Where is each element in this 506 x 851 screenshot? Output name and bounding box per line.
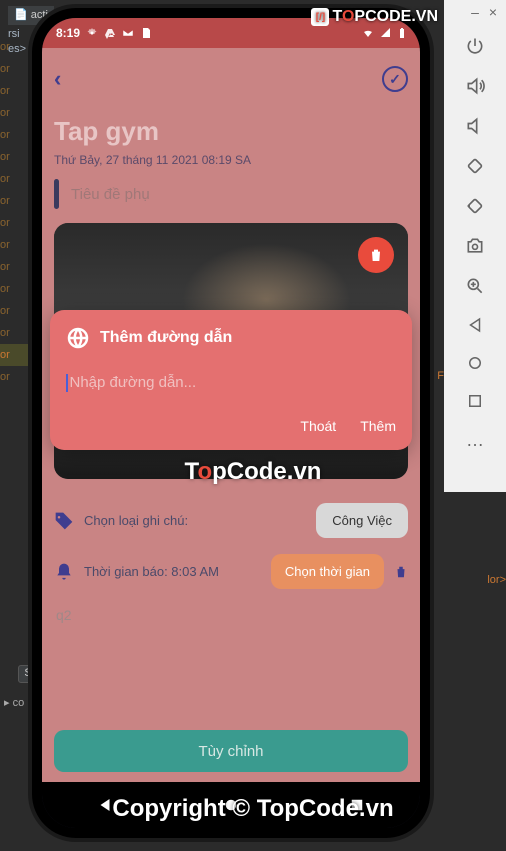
trash-icon (368, 247, 384, 263)
status-time: 8:19 (56, 26, 80, 40)
note-title[interactable]: Tap gym (54, 116, 408, 147)
tag-icon (54, 511, 74, 531)
delete-alarm-icon[interactable] (394, 563, 408, 581)
zoom-in-icon[interactable] (465, 276, 485, 296)
watermark-top: [/] TOPCODE.VN (311, 8, 438, 26)
rotate-left-icon[interactable] (465, 156, 485, 176)
dialog-cancel-button[interactable]: Thoát (300, 418, 336, 434)
dialog-add-button[interactable]: Thêm (360, 418, 396, 434)
volume-down-icon[interactable] (465, 116, 485, 136)
note-date: Thứ Bảy, 27 tháng 11 2021 08:19 SA (54, 153, 408, 167)
sd-icon (140, 27, 152, 39)
phone-screen: 8:19 ‹ ✓ Tap gym Thứ Bảy, 27 tháng 11 20… (42, 18, 420, 828)
camera-icon[interactable] (465, 236, 485, 256)
battery-icon (398, 27, 406, 39)
link-input[interactable]: Nhập đường dẫn... (66, 366, 396, 400)
gmail-icon (122, 27, 134, 39)
gear-icon (86, 27, 98, 39)
close-button[interactable]: × (486, 4, 500, 20)
watermark-bottom: Copyright © TopCode.vn (0, 795, 506, 823)
ide-text: F (437, 370, 444, 382)
emulator-sidebar: – × … (444, 0, 506, 492)
customize-button[interactable]: Tùy chỉnh (54, 730, 408, 772)
bell-icon (54, 562, 74, 582)
power-icon[interactable] (465, 36, 485, 56)
dialog-title: Thêm đường dẫn (100, 329, 232, 347)
emu-overview-icon[interactable] (466, 392, 484, 410)
back-button[interactable]: ‹ (54, 66, 61, 92)
rotate-right-icon[interactable] (465, 196, 485, 216)
subtitle-accent (54, 179, 59, 209)
ide-text: lor> (487, 574, 506, 586)
volume-up-icon[interactable] (465, 76, 485, 96)
minimize-button[interactable]: – (468, 4, 482, 20)
tag-chip[interactable]: Công Việc (316, 503, 408, 538)
content-input[interactable]: q2 (54, 603, 408, 627)
app-body: ‹ ✓ Tap gym Thứ Bảy, 27 tháng 11 2021 08… (42, 48, 420, 782)
wifi-icon (362, 27, 374, 39)
globe-icon (66, 326, 90, 350)
emu-back-icon[interactable] (466, 316, 484, 334)
alarm-label: Thời gian báo: 8:03 AM (84, 564, 261, 579)
drive-icon (104, 27, 116, 39)
more-icon[interactable]: … (466, 430, 484, 451)
emu-home-icon[interactable] (466, 354, 484, 372)
delete-image-button[interactable] (358, 237, 394, 273)
signal-icon (380, 27, 392, 39)
watermark-mid: TopCode.vn (185, 458, 322, 486)
confirm-button[interactable]: ✓ (382, 66, 408, 92)
pick-time-button[interactable]: Chọn thời gian (271, 554, 384, 589)
subtitle-input[interactable]: Tiêu đề phụ (71, 186, 150, 203)
link-placeholder: Nhập đường dẫn... (70, 374, 197, 391)
tag-label: Chọn loại ghi chú: (84, 513, 306, 528)
phone-frame: 8:19 ‹ ✓ Tap gym Thứ Bảy, 27 tháng 11 20… (32, 8, 430, 838)
add-link-dialog: Thêm đường dẫn Nhập đường dẫn... Thoát T… (50, 310, 412, 450)
ide-gutter: ororor ororor ororor ororor oror or or (0, 36, 30, 388)
